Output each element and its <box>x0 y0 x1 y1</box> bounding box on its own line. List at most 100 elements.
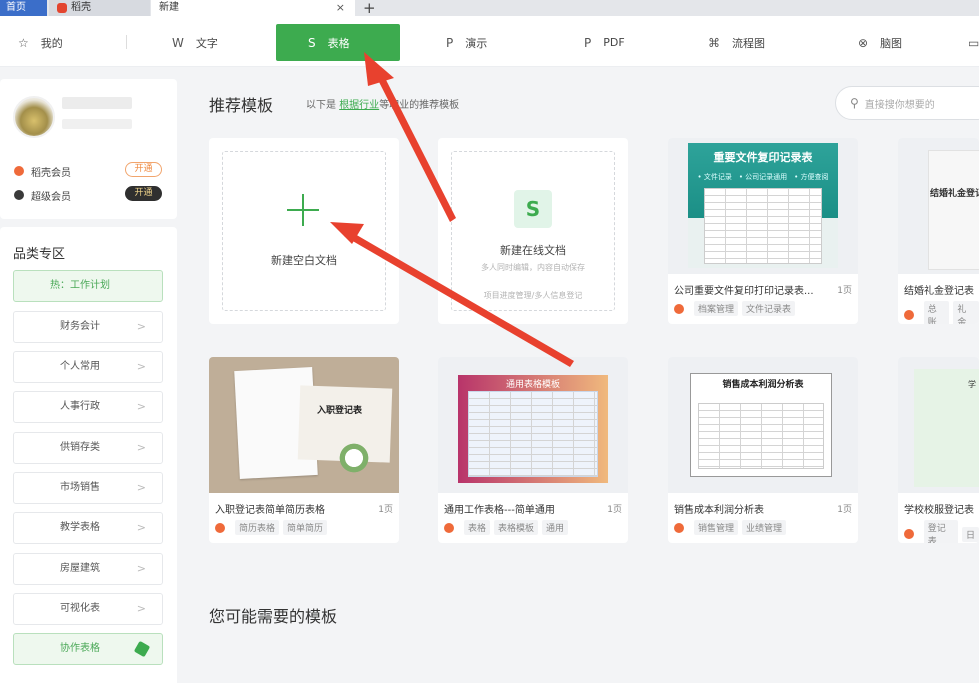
new-online-card[interactable]: S 新建在线文档 多人同时编辑，内容自动保存 项目进度管理/多人信息登记 <box>438 138 628 324</box>
tab-home[interactable]: 首页 <box>0 0 47 16</box>
template-tags: 登记表 日 <box>904 520 979 543</box>
tag[interactable]: 档案管理 <box>694 301 739 316</box>
super-member-label: 超级会员 <box>31 191 71 203</box>
tag[interactable]: 通用 <box>542 520 569 535</box>
tag[interactable]: 业绩管理 <box>742 520 787 535</box>
category-panel-title: 品类专区 <box>13 247 66 262</box>
sidebar-item-hot[interactable]: 热：工作计划 <box>13 270 163 302</box>
template-tags: 表格 表格模板 通用 <box>444 520 569 535</box>
sidebar-item-hr[interactable]: 人事行政 > <box>13 391 163 423</box>
daoke-icon <box>674 522 684 533</box>
open-daoke-button[interactable]: 开通 <box>125 162 162 177</box>
template-pages: 1页 <box>837 505 852 515</box>
super-member: 超级会员 <box>14 187 71 203</box>
cat-spreadsheet[interactable]: S 表格 <box>276 24 400 61</box>
template-thumbnail: 通用表格模板 <box>438 357 628 493</box>
template-card[interactable]: 学 学校校服登记表 登记表 日 <box>898 357 979 543</box>
cat-mine[interactable]: ☆ 我的 <box>18 24 63 61</box>
cat-more[interactable]: ▭ <box>968 24 979 61</box>
spreadsheet-logo-icon: S <box>514 190 552 228</box>
mindmap-icon: ⊗ <box>858 35 869 50</box>
close-icon[interactable]: × <box>336 0 345 16</box>
section-title: 推荐模板 <box>209 96 274 115</box>
template-title: 学校校服登记表 <box>904 505 974 516</box>
template-thumbnail: 入职登记表 <box>209 357 399 493</box>
category-nav: ☆ 我的 W 文字 S 表格 P 演示 P PDF ⌘ 流程图 ⊗ 脑图 ▭ <box>0 16 979 67</box>
cat-presentation-label: 演示 <box>465 36 488 50</box>
search-input[interactable]: ⚲ 直接搜你想要的 <box>835 86 979 120</box>
sidebar-item-label: 供销存类 <box>60 442 100 453</box>
template-tags: 总账 礼金 <box>904 301 979 324</box>
sidebar-item-teaching[interactable]: 教学表格 > <box>13 512 163 544</box>
tag[interactable]: 表格模板 <box>494 520 539 535</box>
add-tab-icon[interactable]: + <box>363 0 376 17</box>
sidebar-item-visual[interactable]: 可视化表 > <box>13 593 163 625</box>
cat-flowchart-label: 流程图 <box>732 36 765 50</box>
search-placeholder: 直接搜你想要的 <box>864 99 935 111</box>
template-tags: 简历表格 简单简历 <box>215 520 328 535</box>
tag[interactable]: 总账 <box>923 301 950 324</box>
thumb-title: 通用表格模板 <box>505 380 560 390</box>
divider <box>126 35 127 49</box>
sidebar-item-label: 教学表格 <box>60 522 100 533</box>
template-thumbnail: 销售成本利润分析表 <box>668 357 858 493</box>
tag[interactable]: 表格 <box>464 520 491 535</box>
plus-icon-vertical <box>302 194 304 226</box>
daoke-member-icon <box>14 166 24 176</box>
tab-new[interactable]: 新建 × <box>151 0 355 16</box>
template-title: 公司重要文件复印打印记录表... <box>674 286 814 297</box>
avatar[interactable] <box>13 96 55 138</box>
tag[interactable]: 简历表格 <box>235 520 280 535</box>
sidebar-item-finance[interactable]: 财务会计 > <box>13 311 163 343</box>
tag[interactable]: 登记表 <box>923 520 958 543</box>
sidebar-item-supply[interactable]: 供销存类 > <box>13 432 163 464</box>
chevron-right-icon: > <box>136 602 146 615</box>
daoke-icon <box>215 522 225 533</box>
thumb-title: 入职登记表 <box>317 406 363 416</box>
sidebar-item-label: 市场销售 <box>60 482 100 493</box>
thumb-title: 结婚礼金登记表 <box>930 189 979 199</box>
cat-writer[interactable]: W 文字 <box>172 24 218 61</box>
daoke-member-label: 稻壳会员 <box>31 167 71 179</box>
daoke-icon <box>904 310 914 320</box>
template-card[interactable]: 结婚礼金登记表 结婚礼金登记表 总账 礼金 <box>898 138 979 324</box>
cat-mindmap[interactable]: ⊗ 脑图 <box>858 24 902 61</box>
template-title: 通用工作表格---简单通用 <box>444 505 555 516</box>
chevron-right-icon: > <box>136 562 146 575</box>
cat-presentation[interactable]: P 演示 <box>446 24 487 61</box>
section-subtitle: 以下是 根据行业等职业的推荐模板 <box>306 96 459 111</box>
user-panel: 稻壳会员 开通 超级会员 开通 <box>0 79 177 219</box>
cat-mindmap-label: 脑图 <box>880 36 903 50</box>
tag[interactable]: 文件记录表 <box>742 301 796 316</box>
userid-blurred <box>62 119 132 129</box>
sidebar-item-label: 个人常用 <box>60 361 100 372</box>
tab-strip: 首页 稻壳 新建 × + <box>0 0 979 17</box>
cat-flowchart[interactable]: ⌘ 流程图 <box>708 24 765 61</box>
template-pages: 1页 <box>837 286 852 296</box>
cat-pdf[interactable]: P PDF <box>584 24 625 61</box>
sidebar-item-building[interactable]: 房屋建筑 > <box>13 553 163 585</box>
open-super-button[interactable]: 开通 <box>125 186 162 201</box>
template-card[interactable]: 销售成本利润分析表 销售成本利润分析表 1页 销售管理 业绩管理 <box>668 357 858 543</box>
tab-daoke[interactable]: 稻壳 <box>49 0 150 16</box>
chevron-right-icon: > <box>136 441 146 454</box>
tag[interactable]: 销售管理 <box>694 520 739 535</box>
tag[interactable]: 日 <box>961 526 979 542</box>
flowchart-icon: ⌘ <box>708 35 720 50</box>
template-card[interactable]: 入职登记表 入职登记表简单简历表格 1页 简历表格 简单简历 <box>209 357 399 543</box>
sidebar-item-label: 房屋建筑 <box>60 563 100 574</box>
sidebar-item-marketing[interactable]: 市场销售 > <box>13 472 163 504</box>
industry-link[interactable]: 根据行业 <box>339 100 379 111</box>
sidebar-item-personal[interactable]: 个人常用 > <box>13 351 163 383</box>
sidebar-item-collab[interactable]: 协作表格 <box>13 633 163 665</box>
tab-daoke-label: 稻壳 <box>71 2 91 13</box>
daoke-icon <box>444 522 454 533</box>
tag[interactable]: 礼金 <box>953 301 979 324</box>
new-blank-card[interactable]: 新建空白文档 <box>209 138 399 324</box>
template-card[interactable]: 通用表格模板 通用工作表格---简单通用 1页 表格 表格模板 通用 <box>438 357 628 543</box>
subtitle-suffix: 等职业的推荐模板 <box>379 100 460 111</box>
daoke-logo-icon <box>57 3 67 13</box>
tag[interactable]: 简单简历 <box>283 520 328 535</box>
thumb-subtitle: • 文件记录 • 公司记录通用 • 方便查阅 <box>697 173 829 181</box>
template-card[interactable]: 重要文件复印记录表 • 文件记录 • 公司记录通用 • 方便查阅 公司重要文件复… <box>668 138 858 324</box>
